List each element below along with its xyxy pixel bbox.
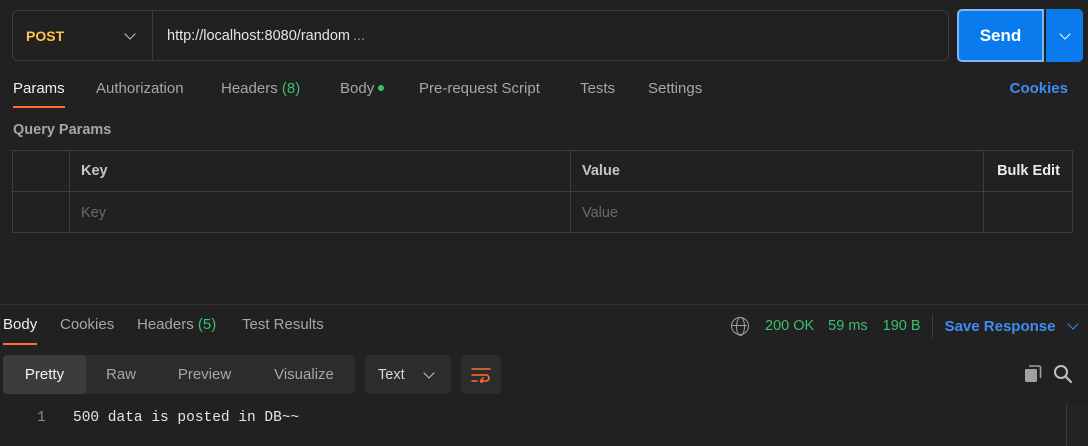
wrap-lines-icon bbox=[471, 367, 491, 383]
view-raw[interactable]: Raw bbox=[86, 355, 156, 394]
tab-headers-label: Headers bbox=[221, 80, 278, 97]
response-tab-headers[interactable]: Headers (5) bbox=[137, 313, 216, 345]
search-icon[interactable] bbox=[1053, 364, 1073, 384]
value-input[interactable]: Value bbox=[571, 192, 984, 233]
globe-icon[interactable] bbox=[731, 317, 749, 336]
tab-authorization[interactable]: Authorization bbox=[96, 78, 184, 108]
wrap-lines-button[interactable] bbox=[461, 355, 501, 394]
tab-body[interactable]: Body bbox=[340, 78, 385, 108]
response-scrollbar[interactable] bbox=[1066, 404, 1088, 446]
chevron-down-icon bbox=[124, 27, 136, 40]
cookies-link[interactable]: Cookies bbox=[1010, 78, 1068, 100]
chevron-down-icon bbox=[423, 366, 435, 379]
response-line: 1 500 data is posted in DB~~ bbox=[0, 410, 1065, 432]
row-actions-cell bbox=[984, 192, 1073, 233]
send-options-button[interactable] bbox=[1046, 9, 1083, 62]
tab-settings[interactable]: Settings bbox=[648, 78, 702, 108]
url-text: http://localhost:8080/random bbox=[167, 27, 350, 44]
response-body-text[interactable]: 500 data is posted in DB~~ bbox=[73, 410, 299, 426]
checkbox-column-header bbox=[13, 151, 70, 191]
bulk-edit-button[interactable]: Bulk Edit bbox=[984, 151, 1073, 191]
row-checkbox-cell bbox=[13, 192, 70, 233]
response-tabs: Body Cookies Headers (5) Test Results bbox=[0, 313, 700, 345]
response-tab-cookies[interactable]: Cookies bbox=[60, 313, 114, 345]
request-tabs: Params Authorization Headers (8) Body Pr… bbox=[0, 78, 1088, 108]
status-separator bbox=[931, 314, 933, 338]
headers-count-badge: (8) bbox=[281, 80, 301, 97]
save-response-button[interactable]: Save Response bbox=[944, 317, 1080, 335]
table-row: Key Value bbox=[13, 192, 1072, 233]
send-button[interactable]: Send bbox=[957, 9, 1044, 62]
query-params-title: Query Params bbox=[13, 122, 112, 138]
response-size[interactable]: 190 B bbox=[883, 318, 921, 334]
chevron-down-icon bbox=[1067, 318, 1080, 330]
view-visualize[interactable]: Visualize bbox=[253, 355, 355, 394]
response-headers-count-badge: (5) bbox=[197, 316, 217, 333]
response-divider[interactable] bbox=[0, 304, 1088, 305]
value-column-header: Value bbox=[571, 151, 984, 191]
response-view-selector: Pretty Raw Preview Visualize bbox=[3, 355, 355, 394]
query-params-table: Key Value Bulk Edit Key Value bbox=[12, 150, 1073, 233]
format-select[interactable]: Text bbox=[365, 355, 451, 394]
response-time[interactable]: 59 ms bbox=[828, 318, 868, 334]
response-tab-headers-label: Headers bbox=[137, 316, 194, 333]
method-label: POST bbox=[26, 27, 65, 44]
table-header-row: Key Value Bulk Edit bbox=[13, 151, 1072, 192]
copy-icon[interactable] bbox=[1023, 364, 1043, 384]
status-code[interactable]: 200 OK bbox=[765, 318, 814, 334]
tab-tests[interactable]: Tests bbox=[580, 78, 615, 108]
format-label: Text bbox=[378, 366, 405, 383]
response-status-bar: 200 OK 59 ms 190 B Save Response bbox=[731, 314, 1080, 338]
response-tab-test-results[interactable]: Test Results bbox=[242, 313, 324, 345]
key-column-header: Key bbox=[70, 151, 571, 191]
tab-prerequest-script[interactable]: Pre-request Script bbox=[419, 78, 540, 108]
url-input[interactable]: http://localhost:8080/random... bbox=[153, 28, 948, 44]
key-input[interactable]: Key bbox=[70, 192, 571, 233]
line-number: 1 bbox=[37, 410, 46, 426]
response-tab-body[interactable]: Body bbox=[3, 313, 38, 345]
tab-body-label: Body bbox=[340, 80, 375, 97]
view-preview[interactable]: Preview bbox=[156, 355, 253, 394]
method-select[interactable]: POST bbox=[13, 11, 153, 60]
tab-params[interactable]: Params bbox=[13, 78, 65, 108]
save-response-label: Save Response bbox=[944, 317, 1056, 335]
chevron-down-icon bbox=[1058, 27, 1071, 40]
body-indicator-dot-icon bbox=[378, 85, 385, 91]
request-url-bar: POST http://localhost:8080/random... bbox=[12, 10, 949, 61]
url-overflow: ... bbox=[352, 27, 366, 44]
view-pretty[interactable]: Pretty bbox=[3, 355, 86, 394]
tab-headers[interactable]: Headers (8) bbox=[221, 78, 300, 108]
